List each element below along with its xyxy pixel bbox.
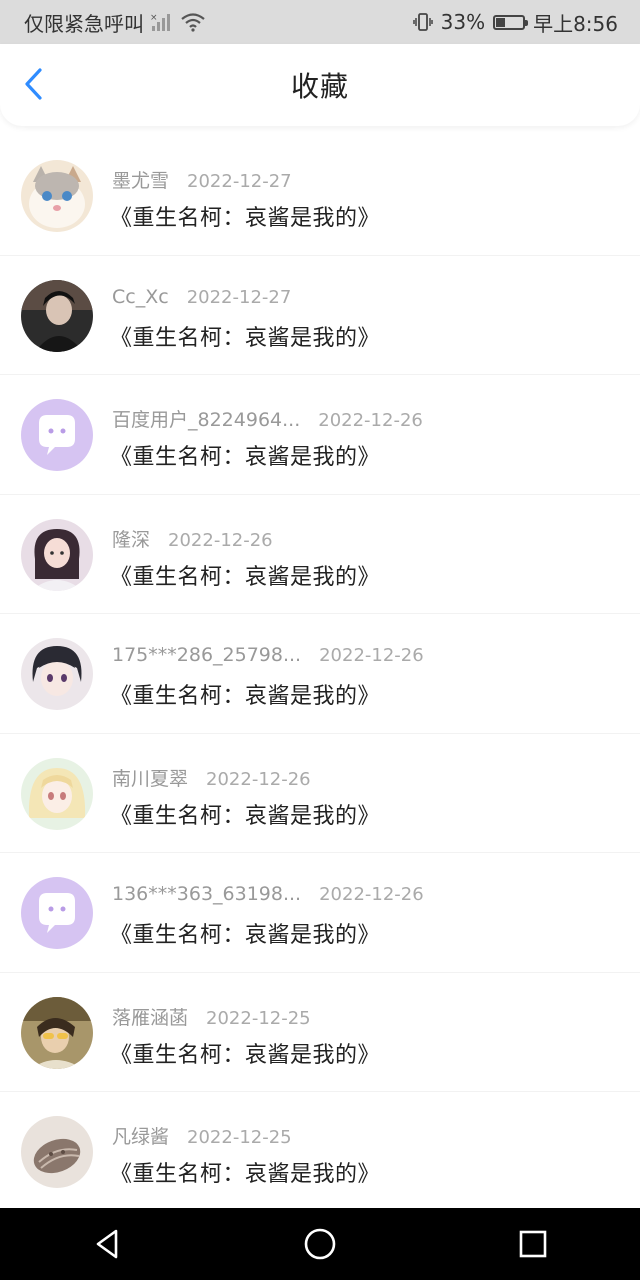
- username: 南川夏翠: [112, 767, 189, 790]
- signal-icon: ×: [150, 12, 174, 32]
- username: 隆深: [112, 528, 151, 551]
- recents-square-icon: [520, 1230, 547, 1258]
- nav-home-button[interactable]: [290, 1214, 350, 1274]
- avatar[interactable]: [21, 877, 93, 949]
- item-meta: 凡绿酱 2022-12-25: [112, 1122, 292, 1149]
- date: 2022-12-27: [187, 171, 292, 192]
- wifi-icon: [180, 12, 206, 32]
- back-triangle-icon: [96, 1229, 117, 1259]
- battery-percent: 33%: [440, 10, 486, 34]
- item-meta: 175***286_25798... 2022-12-26: [112, 644, 424, 666]
- avatar[interactable]: [21, 518, 93, 591]
- date: 2022-12-27: [186, 286, 292, 308]
- favorite-item[interactable]: Cc_Xc 2022-12-27 《重生名柯：哀酱是我的》: [0, 256, 640, 375]
- book-title: 《重生名柯：哀酱是我的》: [110, 923, 381, 948]
- svg-text:×: ×: [150, 13, 158, 23]
- avatar[interactable]: [21, 757, 93, 830]
- username: 落雁涵菡: [112, 1006, 189, 1029]
- item-meta: 隆深 2022-12-26: [112, 525, 273, 552]
- username: 175***286_25798...: [112, 644, 302, 666]
- date: 2022-12-26: [318, 410, 423, 431]
- favorite-item[interactable]: 136***363_63198... 2022-12-26 《重生名柯：哀酱是我的》: [0, 853, 640, 973]
- battery-icon: [493, 14, 529, 30]
- favorite-item[interactable]: 百度用户_8224964... 2022-12-26 《重生名柯：哀酱是我的》: [0, 375, 640, 495]
- avatar[interactable]: [21, 279, 93, 352]
- item-meta: 南川夏翠 2022-12-26: [112, 764, 311, 791]
- avatar[interactable]: [21, 399, 93, 471]
- date: 2022-12-26: [319, 884, 424, 905]
- favorite-item[interactable]: 隆深 2022-12-26 《重生名柯：哀酱是我的》: [0, 495, 640, 614]
- book-title: 《重生名柯：哀酱是我的》: [110, 206, 381, 231]
- item-meta: 落雁涵菡 2022-12-25: [112, 1003, 311, 1030]
- date: 2022-12-26: [168, 529, 273, 551]
- home-circle-icon: [304, 1228, 336, 1260]
- system-nav-bar: [0, 1208, 640, 1280]
- book-title: 《重生名柯：哀酱是我的》: [110, 1162, 381, 1187]
- item-meta: 136***363_63198... 2022-12-26: [112, 883, 424, 905]
- status-left: 仅限紧急呼叫 ×: [24, 8, 413, 37]
- status-bar: 仅限紧急呼叫 × 33% 早上8:56: [0, 0, 640, 44]
- carrier-text: 仅限紧急呼叫: [24, 11, 144, 36]
- favorite-item[interactable]: 落雁涵菡 2022-12-25 《重生名柯：哀酱是我的》: [0, 973, 640, 1092]
- username: 凡绿酱: [112, 1126, 170, 1148]
- clock: 早上8:56: [533, 11, 618, 36]
- avatar[interactable]: [21, 638, 93, 710]
- book-title: 《重生名柯：哀酱是我的》: [110, 803, 381, 829]
- date: 2022-12-25: [206, 1007, 311, 1029]
- avatar[interactable]: [21, 996, 93, 1069]
- book-title: 《重生名柯：哀酱是我的》: [110, 445, 381, 470]
- favorites-list: 墨尤雪 2022-12-27 《重生名柯：哀酱是我的》 Cc_Xc 2022-12-27…: [0, 136, 640, 1212]
- book-title: 《重生名柯：哀酱是我的》: [110, 1042, 381, 1068]
- username: 百度用户_8224964...: [112, 409, 301, 431]
- username: Cc_Xc: [112, 285, 169, 308]
- date: 2022-12-25: [187, 1127, 292, 1148]
- username: 墨尤雪: [112, 170, 170, 192]
- book-title: 《重生名柯：哀酱是我的》: [110, 564, 381, 590]
- avatar[interactable]: [21, 160, 93, 232]
- book-title: 《重生名柯：哀酱是我的》: [110, 684, 381, 709]
- header: 收藏: [0, 44, 640, 126]
- chevron-left-icon: [25, 68, 42, 100]
- favorite-item[interactable]: 墨尤雪 2022-12-27 《重生名柯：哀酱是我的》: [0, 136, 640, 256]
- status-right: 33% 早上8:56: [412, 8, 618, 37]
- item-meta: 百度用户_8224964... 2022-12-26: [112, 405, 423, 432]
- item-meta: 墨尤雪 2022-12-27: [112, 166, 292, 193]
- nav-recents-button[interactable]: [503, 1214, 563, 1274]
- nav-back-button[interactable]: [77, 1214, 137, 1274]
- date: 2022-12-26: [206, 768, 311, 790]
- favorite-item[interactable]: 南川夏翠 2022-12-26 《重生名柯：哀酱是我的》: [0, 734, 640, 853]
- book-title: 《重生名柯：哀酱是我的》: [110, 325, 381, 351]
- page-title: 收藏: [290, 70, 349, 103]
- item-meta: Cc_Xc 2022-12-27: [112, 286, 291, 308]
- username: 136***363_63198...: [112, 883, 302, 905]
- favorite-item[interactable]: 凡绿酱 2022-12-25 《重生名柯：哀酱是我的》: [0, 1092, 640, 1212]
- favorite-item[interactable]: 175***286_25798... 2022-12-26 《重生名柯：哀酱是我的》: [0, 614, 640, 734]
- back-button[interactable]: [14, 64, 54, 104]
- date: 2022-12-26: [319, 645, 424, 666]
- avatar[interactable]: [21, 1116, 93, 1188]
- vibrate-icon: [412, 12, 433, 32]
